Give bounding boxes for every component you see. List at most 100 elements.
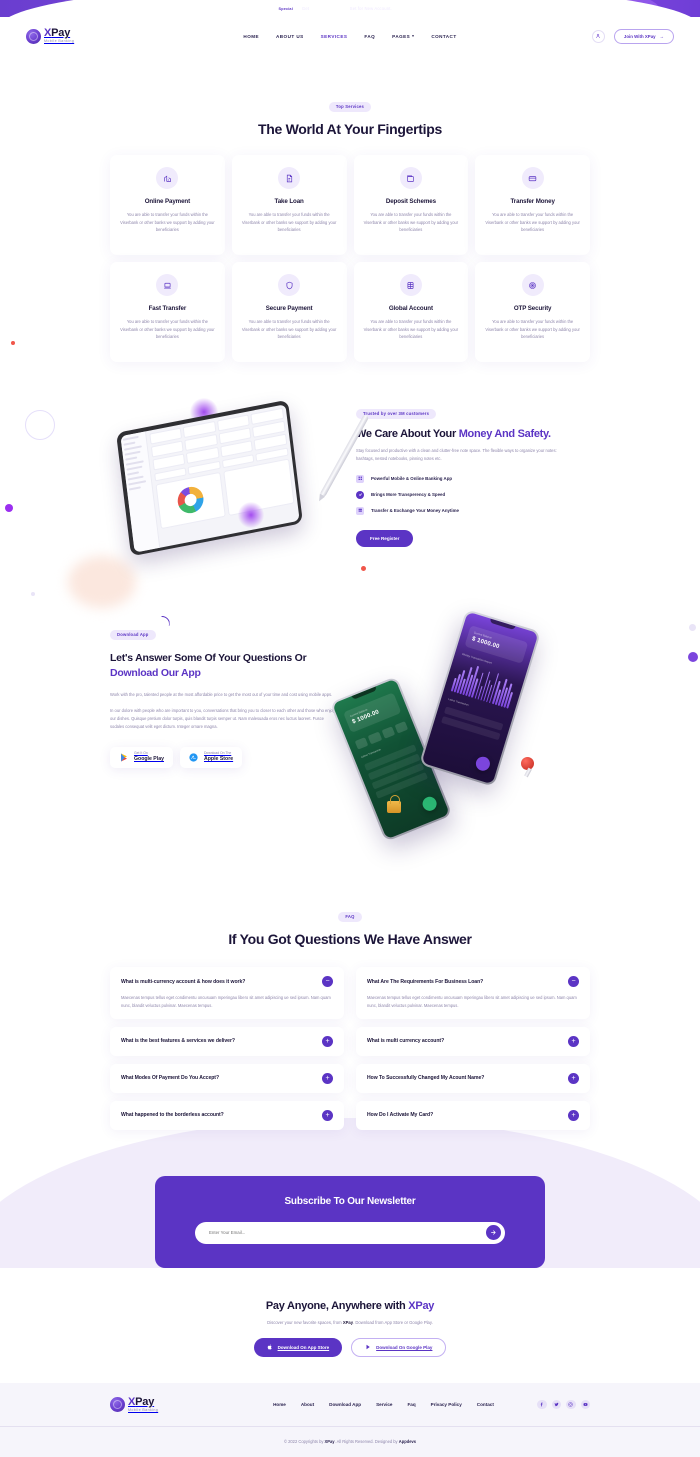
facebook-icon[interactable] xyxy=(537,1399,547,1410)
footer-logo[interactable]: XPay Mobile Banking xyxy=(110,1395,230,1413)
site-footer: XPay Mobile Banking Home About Download … xyxy=(0,1382,700,1457)
chevron-down-icon: ▾ xyxy=(412,34,415,38)
youtube-icon[interactable] xyxy=(580,1399,590,1410)
join-with-xpay-button[interactable]: Join With XPay → xyxy=(613,28,674,44)
nav-item-faq[interactable]: FAQ xyxy=(364,34,375,39)
faq-question: What happened to the borderless account? xyxy=(121,1112,224,1119)
footer-link-privacy-policy[interactable]: Privacy Policy xyxy=(431,1402,462,1407)
decor-dot-grey xyxy=(689,624,696,631)
apple-store-button[interactable]: Download On The Apple Store xyxy=(179,747,243,768)
nav-item-about-us[interactable]: ABOUT US xyxy=(276,34,304,39)
decor-padlock-icon xyxy=(387,795,401,813)
decor-soft-blob xyxy=(68,556,136,608)
care-text: Stay focused and productive with a clean… xyxy=(356,448,557,461)
faq-grid: What is multi-currency account & how doe… xyxy=(110,967,590,1130)
newsletter-submit-button[interactable] xyxy=(486,1225,501,1241)
footer-logo-x: X xyxy=(128,1395,136,1408)
service-card[interactable]: Global Account You are able to transfer … xyxy=(353,262,469,362)
cta-google-play-button[interactable]: Download On Google Play xyxy=(351,1337,447,1357)
decor-dot-red xyxy=(361,566,366,571)
faq-item[interactable]: What is the best features & services we … xyxy=(110,1026,344,1056)
service-card[interactable]: Secure Payment You are able to transfer … xyxy=(231,262,347,362)
faq-item[interactable]: How To Successfully Changed My Acount Na… xyxy=(356,1063,590,1093)
service-card[interactable]: Take Loan You are able to transfer your … xyxy=(231,155,347,255)
faq-expand-icon[interactable]: + xyxy=(568,1109,579,1121)
faq-collapse-icon[interactable]: − xyxy=(568,976,579,987)
footer-link-home[interactable]: Home xyxy=(273,1402,286,1407)
services-section: Top Services The World At Your Fingertip… xyxy=(0,55,700,362)
google-play-button[interactable]: Get It On Google Play xyxy=(110,747,173,768)
service-card-title: Secure Payment xyxy=(265,305,313,312)
grid-icon xyxy=(356,474,364,483)
care-feature-label: Transfer & Exchange Your Money Anytime xyxy=(371,508,459,514)
newsletter-form xyxy=(195,1221,505,1244)
faq-item[interactable]: What Are The Requirements For Business L… xyxy=(356,967,590,1019)
fingerprint-icon xyxy=(521,274,544,296)
service-card-text: You are able to transfer your funds with… xyxy=(363,319,459,340)
faq-item[interactable]: How Do I Activate My Card? + xyxy=(356,1100,590,1130)
faq-expand-icon[interactable]: + xyxy=(322,1035,333,1047)
nav-item-services[interactable]: SERVICES xyxy=(321,34,348,39)
nav-item-home[interactable]: HOME xyxy=(243,34,259,39)
google-play-icon xyxy=(119,753,129,763)
check-circle-icon xyxy=(356,490,364,499)
instagram-icon[interactable] xyxy=(566,1399,576,1410)
faq-item[interactable]: What Modes Of Payment Do You Accept? + xyxy=(110,1063,344,1093)
service-card[interactable]: Fast Transfer You are able to transfer y… xyxy=(110,262,225,362)
faq-item[interactable]: What happened to the borderless account?… xyxy=(110,1100,344,1130)
download-title: Let's Answer Some Of Your Questions Or D… xyxy=(110,652,307,680)
nav-item-contact[interactable]: CONTACT xyxy=(431,34,456,39)
phone-notch xyxy=(351,686,378,700)
service-card[interactable]: Online Payment You are able to transfer … xyxy=(110,155,225,255)
globe-grid-icon xyxy=(399,274,422,296)
service-card[interactable]: Transfer Money You are able to transfer … xyxy=(475,155,590,255)
cta-app-store-button[interactable]: Download On App Store xyxy=(253,1337,343,1357)
footer-link-about[interactable]: About xyxy=(301,1402,314,1407)
user-account-icon[interactable] xyxy=(591,29,605,43)
shield-icon xyxy=(278,274,301,296)
social-links xyxy=(537,1399,590,1410)
footer-logo-subtitle: Mobile Banking xyxy=(128,1407,159,1412)
service-card-text: You are able to transfer your funds with… xyxy=(120,319,215,340)
swoosh-decor-icon xyxy=(161,616,170,626)
store-big-label: Apple Store xyxy=(203,755,234,762)
faq-question: What is multi currency account? xyxy=(367,1038,445,1045)
faq-expand-icon[interactable]: + xyxy=(568,1035,579,1047)
footer-link-contact[interactable]: Contact xyxy=(477,1402,494,1407)
service-card-text: You are able to transfer your funds with… xyxy=(120,212,215,233)
faq-item[interactable]: What is multi currency account? + xyxy=(356,1026,590,1056)
service-card-text: You are able to transfer your funds with… xyxy=(241,212,337,233)
nav-item-pages[interactable]: PAGES ▾ xyxy=(392,34,414,39)
care-feature-item: Powerful Mobile & Online Banking App xyxy=(356,474,590,483)
register-now-link[interactable]: Register Now xyxy=(397,6,426,11)
announcement-text-after: Set for New Account. xyxy=(349,6,392,11)
faq-item[interactable]: What is multi-currency account & how doe… xyxy=(110,967,344,1019)
service-card[interactable]: OTP Security You are able to transfer yo… xyxy=(475,262,590,362)
card-icon xyxy=(521,167,544,189)
footer-nav: Home About Download App Service Faq Priv… xyxy=(230,1402,537,1407)
faq-expand-icon[interactable]: + xyxy=(322,1109,333,1121)
main-nav: HOME ABOUT US SERVICES FAQ PAGES ▾ CONTAC… xyxy=(146,34,554,39)
faq-expand-icon[interactable]: + xyxy=(568,1072,579,1084)
decor-ring xyxy=(25,410,55,440)
site-logo[interactable]: XPay Mobile Banking xyxy=(26,28,146,44)
footer-link-service[interactable]: Service xyxy=(376,1402,392,1407)
footer-link-faq[interactable]: Faq xyxy=(407,1402,415,1407)
download-app-section: Download App Let's Answer Some Of Your Q… xyxy=(110,609,590,859)
store-big-label: Google Play xyxy=(134,755,164,762)
faq-answer: Maecenas tempus tellus eget condimentu o… xyxy=(367,995,577,1008)
decor-pushpin-icon xyxy=(521,757,534,770)
tablet-device-mock xyxy=(116,399,303,557)
service-card[interactable]: Deposit Schemes You are able to transfer… xyxy=(353,155,469,255)
faq-expand-icon[interactable]: + xyxy=(322,1072,333,1084)
footer-link-download-app[interactable]: Download App xyxy=(329,1402,361,1407)
faq-collapse-icon[interactable]: − xyxy=(322,976,333,987)
newsletter-email-input[interactable] xyxy=(209,1230,486,1236)
services-title: The World At Your Fingertips xyxy=(258,121,442,137)
play-icon xyxy=(366,1345,370,1350)
twitter-icon[interactable] xyxy=(551,1399,561,1410)
care-feature-label: Powerful Mobile & Online Banking App xyxy=(371,476,453,482)
faq-section: FAQ If You Got Questions We Have Answer … xyxy=(110,905,590,1130)
free-register-button[interactable]: Free Register xyxy=(356,529,414,547)
faq-pill: FAQ xyxy=(338,911,362,922)
